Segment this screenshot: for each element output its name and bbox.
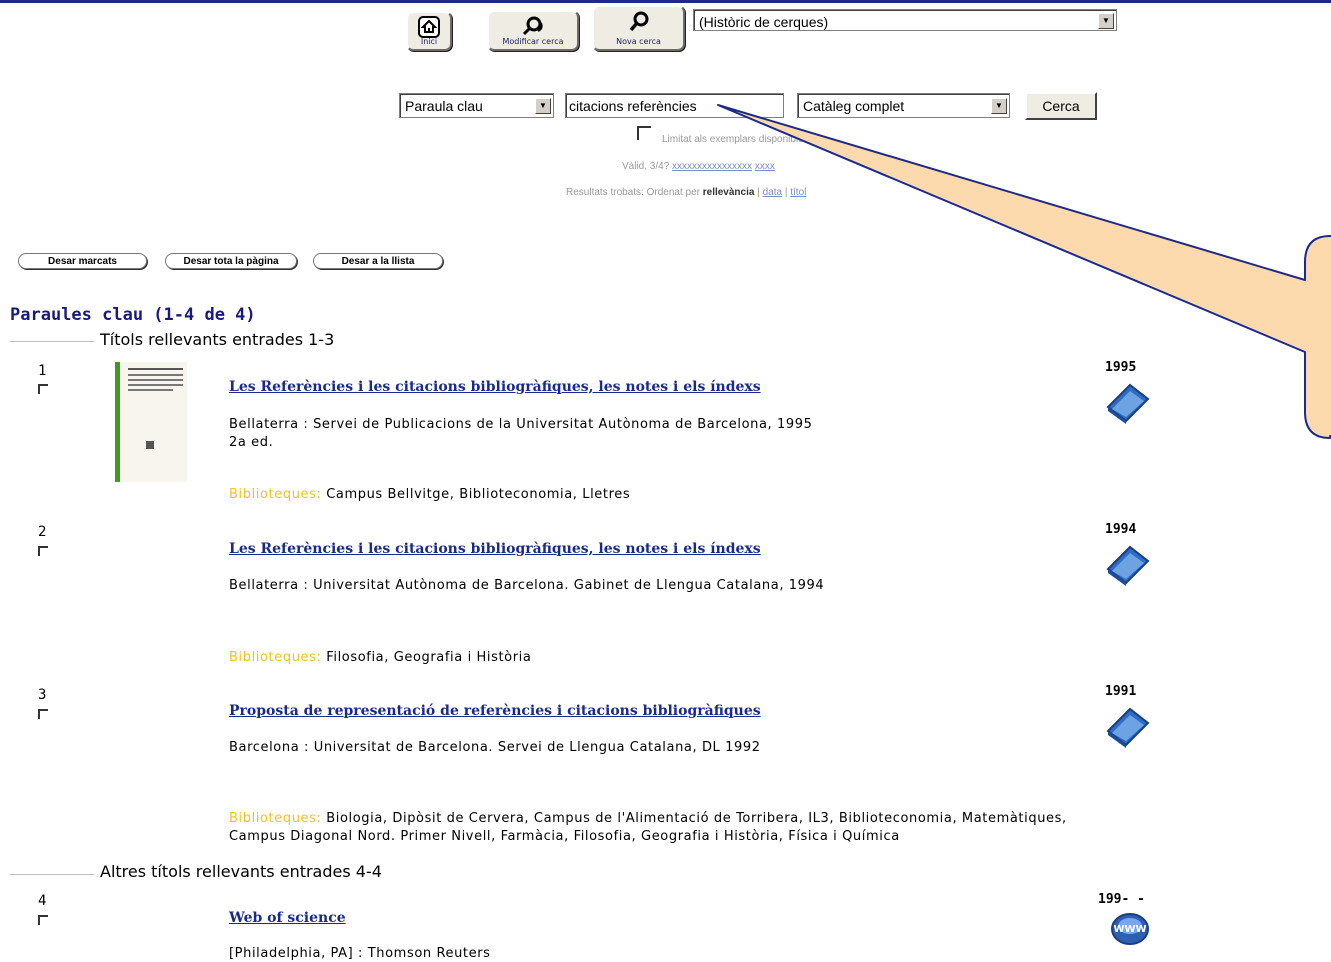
callout-annotation <box>717 104 1331 439</box>
